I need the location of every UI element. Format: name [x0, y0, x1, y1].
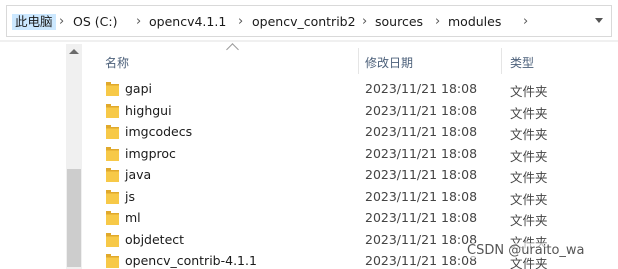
- file-row[interactable]: imgcodecs 2023/11/21 18:08 文件夹: [82, 121, 618, 142]
- folder-icon: [106, 211, 119, 225]
- scrollbar-thumb[interactable]: [67, 169, 81, 267]
- scroll-up-arrow-icon[interactable]: [69, 49, 79, 54]
- file-row[interactable]: js 2023/11/21 18:08 文件夹: [82, 186, 618, 207]
- file-name: objdetect: [125, 231, 185, 247]
- file-name: gapi: [125, 81, 153, 96]
- file-type: 文件夹: [510, 127, 548, 142]
- file-list: gapi 2023/11/21 18:08 文件夹 highgui 2023/11/21…: [82, 74, 618, 269]
- file-type: 文件夹: [510, 213, 548, 228]
- vertical-scrollbar[interactable]: [66, 44, 82, 269]
- file-date: 2023/11/21 18:08: [365, 81, 478, 96]
- address-dropdown-icon[interactable]: [595, 18, 603, 23]
- crumb-modules[interactable]: modules: [448, 14, 501, 30]
- file-date: 2023/11/21 18:08: [365, 253, 478, 268]
- folder-icon: [106, 103, 119, 118]
- file-row[interactable]: gapi 2023/11/21 18:08 文件夹: [82, 78, 618, 99]
- crumb-drive[interactable]: OS (C:): [73, 14, 117, 30]
- folder-icon: [106, 146, 119, 161]
- file-type: 文件夹: [510, 148, 548, 164]
- file-date: 2023/11/21 18:08: [365, 210, 478, 225]
- file-type: 文件夹: [510, 191, 548, 207]
- file-row[interactable]: highgui 2023/11/21 18:08 文件夹: [82, 100, 618, 121]
- file-date: 2023/11/21 18:08: [365, 124, 478, 139]
- folder-icon: [106, 168, 119, 182]
- crumb-separator[interactable]: ›: [435, 14, 440, 30]
- file-row[interactable]: ml 2023/11/21 18:08 文件夹: [82, 207, 618, 228]
- column-name-header[interactable]: 名称: [105, 54, 129, 71]
- folder-icon: [106, 125, 119, 139]
- file-name: java: [125, 167, 152, 182]
- crumb-separator[interactable]: ›: [59, 14, 64, 30]
- crumb-opencv[interactable]: opencv4.1.1: [149, 14, 226, 30]
- file-name: imgproc: [125, 145, 176, 161]
- file-date: 2023/11/21 18:08: [365, 188, 478, 204]
- file-type: 文件夹: [510, 84, 548, 99]
- file-date: 2023/11/21 18:08: [365, 231, 478, 247]
- file-name: highgui: [125, 102, 172, 118]
- address-divider: [0, 40, 618, 42]
- crumb-separator[interactable]: ›: [238, 14, 243, 30]
- column-date-header[interactable]: 修改日期: [365, 54, 413, 71]
- address-box[interactable]: 此电脑 › OS (C:) › opencv4.1.1 › opencv_con…: [6, 5, 612, 37]
- file-name: ml: [125, 210, 141, 225]
- file-type: 文件夹: [510, 105, 548, 121]
- crumb-this-pc[interactable]: 此电脑: [12, 14, 56, 30]
- file-name: imgcodecs: [125, 124, 193, 139]
- file-name: opencv_contrib-4.1.1: [125, 253, 257, 268]
- crumb-separator[interactable]: ›: [523, 14, 528, 30]
- file-type: 文件夹: [510, 170, 548, 185]
- sort-ascending-icon: [226, 43, 239, 56]
- column-divider[interactable]: [501, 48, 502, 74]
- crumb-separator[interactable]: ›: [136, 14, 141, 30]
- crumb-opencv-contrib2[interactable]: opencv_contrib2: [252, 14, 356, 30]
- file-name: js: [125, 188, 135, 204]
- file-date: 2023/11/21 18:08: [365, 102, 478, 118]
- column-divider[interactable]: [358, 48, 359, 74]
- file-row[interactable]: imgproc 2023/11/21 18:08 文件夹: [82, 143, 618, 164]
- folder-icon: [106, 254, 119, 268]
- crumb-sources[interactable]: sources: [375, 14, 423, 30]
- folder-icon: [106, 82, 119, 96]
- folder-icon: [106, 189, 119, 204]
- column-header: 名称 修改日期 类型: [82, 43, 618, 74]
- watermark: CSDN @uraito_wa: [467, 243, 585, 258]
- file-date: 2023/11/21 18:08: [365, 145, 478, 161]
- column-type-header[interactable]: 类型: [510, 54, 534, 71]
- crumb-separator[interactable]: ›: [362, 14, 367, 30]
- address-bar: 此电脑 › OS (C:) › opencv4.1.1 › opencv_con…: [0, 0, 618, 44]
- file-date: 2023/11/21 18:08: [365, 167, 478, 182]
- folder-icon: [106, 232, 119, 247]
- file-row[interactable]: java 2023/11/21 18:08 文件夹: [82, 164, 618, 185]
